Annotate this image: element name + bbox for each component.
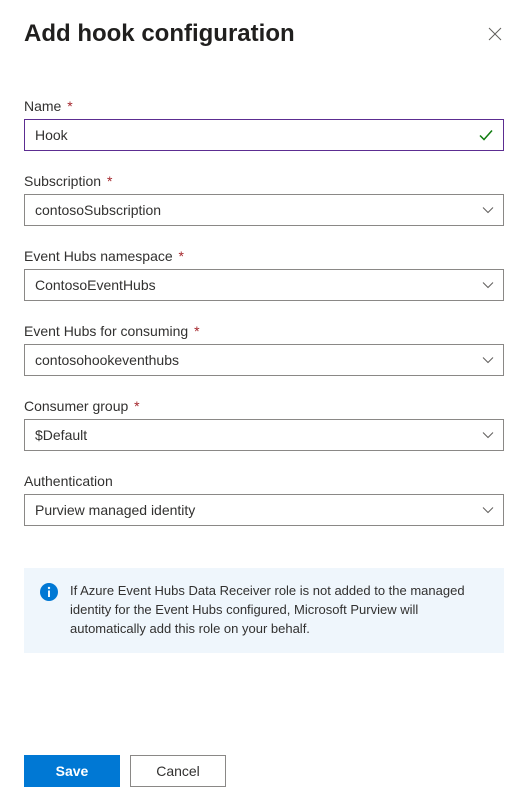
name-field: Name *: [24, 98, 504, 151]
consumer-group-value: $Default: [35, 427, 87, 443]
consumer-group-field: Consumer group * $Default: [24, 398, 504, 451]
event-hubs-consuming-value: contosohookeventhubs: [35, 352, 179, 368]
event-hubs-consuming-field: Event Hubs for consuming * contosohookev…: [24, 323, 504, 376]
event-hubs-namespace-label: Event Hubs namespace *: [24, 248, 504, 264]
subscription-select-wrapper: contosoSubscription: [24, 194, 504, 226]
name-label-text: Name: [24, 98, 61, 114]
subscription-label: Subscription *: [24, 173, 504, 189]
event-hubs-consuming-label-text: Event Hubs for consuming: [24, 323, 188, 339]
authentication-label: Authentication: [24, 473, 504, 489]
authentication-label-text: Authentication: [24, 473, 113, 489]
authentication-value: Purview managed identity: [35, 502, 195, 518]
info-box: If Azure Event Hubs Data Receiver role i…: [24, 568, 504, 653]
subscription-field: Subscription * contosoSubscription: [24, 173, 504, 226]
subscription-label-text: Subscription: [24, 173, 101, 189]
consumer-group-label: Consumer group *: [24, 398, 504, 414]
event-hubs-consuming-select[interactable]: contosohookeventhubs: [24, 344, 504, 376]
subscription-select[interactable]: contosoSubscription: [24, 194, 504, 226]
event-hubs-namespace-field: Event Hubs namespace * ContosoEventHubs: [24, 248, 504, 301]
event-hubs-namespace-select-wrapper: ContosoEventHubs: [24, 269, 504, 301]
info-text: If Azure Event Hubs Data Receiver role i…: [70, 582, 488, 639]
consumer-group-select[interactable]: $Default: [24, 419, 504, 451]
hook-form: Name * Subscription * contosoSubscriptio…: [24, 98, 504, 735]
close-icon[interactable]: [486, 25, 504, 43]
checkmark-icon: [478, 127, 494, 143]
required-marker: *: [67, 98, 72, 114]
consumer-group-label-text: Consumer group: [24, 398, 128, 414]
required-marker: *: [179, 248, 184, 264]
subscription-value: contosoSubscription: [35, 202, 161, 218]
authentication-select[interactable]: Purview managed identity: [24, 494, 504, 526]
dialog-title: Add hook configuration: [24, 20, 295, 48]
authentication-field: Authentication Purview managed identity: [24, 473, 504, 526]
info-icon: [40, 583, 58, 601]
cancel-button[interactable]: Cancel: [130, 755, 226, 787]
required-marker: *: [194, 323, 199, 339]
name-label: Name *: [24, 98, 504, 114]
name-input-wrapper: [24, 119, 504, 151]
dialog-header: Add hook configuration: [24, 20, 504, 48]
authentication-select-wrapper: Purview managed identity: [24, 494, 504, 526]
required-marker: *: [107, 173, 112, 189]
consumer-group-select-wrapper: $Default: [24, 419, 504, 451]
required-marker: *: [134, 398, 139, 414]
dialog-footer: Save Cancel: [24, 735, 504, 787]
event-hubs-namespace-select[interactable]: ContosoEventHubs: [24, 269, 504, 301]
event-hubs-namespace-label-text: Event Hubs namespace: [24, 248, 173, 264]
save-button[interactable]: Save: [24, 755, 120, 787]
event-hubs-namespace-value: ContosoEventHubs: [35, 277, 156, 293]
event-hubs-consuming-label: Event Hubs for consuming *: [24, 323, 504, 339]
event-hubs-consuming-select-wrapper: contosohookeventhubs: [24, 344, 504, 376]
name-input[interactable]: [24, 119, 504, 151]
